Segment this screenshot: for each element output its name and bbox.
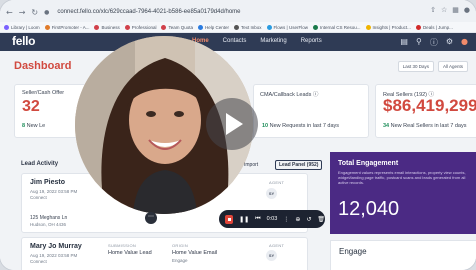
star-icon[interactable]: ☆ <box>441 6 447 14</box>
bookmarks-bar: Library | Loom FirstPromoter - A... Busi… <box>0 22 476 33</box>
engage-section[interactable]: Engage <box>330 240 476 270</box>
bookmark-item[interactable]: Business <box>94 24 120 30</box>
lead-status: Connect <box>30 195 47 200</box>
bookmark-item[interactable]: FirstPromoter - A... <box>44 24 89 30</box>
help-icon[interactable]: ⓘ <box>430 37 438 48</box>
wallet-icon[interactable]: ▤ <box>400 37 408 48</box>
card-value: $86,419,299 <box>383 96 476 115</box>
bookmark-item[interactable]: Help Center <box>198 24 229 30</box>
submission-header: SUBMISSION <box>108 243 137 248</box>
bookmark-item[interactable]: Library | Loom <box>4 24 40 30</box>
lead-row[interactable]: Mary Jo Murray Aug 19, 2022 03:58 PM Con… <box>21 237 308 270</box>
bookmark-item[interactable]: Flows | UserFlow <box>266 24 308 30</box>
screen-frame: ← → ↻ ● connect.fello.co/xlc/629ccaad-79… <box>0 0 476 270</box>
rewind-icon[interactable]: ⏮ <box>255 215 260 223</box>
main-nav: Home Contacts Marketing Reports <box>192 38 322 44</box>
card-note: 34 New Real Sellers in last 7 days <box>383 123 467 129</box>
stop-recording-button[interactable] <box>225 214 234 224</box>
agent-header: AGENT <box>269 180 285 185</box>
address-bar[interactable]: connect.fello.co/xlc/629ccaad-7964-4021-… <box>57 9 240 15</box>
forward-icon[interactable]: → <box>19 8 26 17</box>
lead-activity-title: Lead Activity <box>21 161 59 167</box>
real-sellers-card[interactable]: Real Sellers (192) ⓘ $86,419,299 34 New … <box>375 84 476 138</box>
agent-select[interactable]: All Agents <box>437 61 468 72</box>
browser-toolbar: ← → ↻ ● connect.fello.co/xlc/629ccaad-79… <box>0 0 476 23</box>
total-engagement-card[interactable]: Total Engagement Engagement values repre… <box>330 152 476 234</box>
settings-icon[interactable]: ⚙ <box>446 37 453 48</box>
import-tab[interactable]: Import <box>244 162 258 168</box>
agent-avatar[interactable]: SY <box>266 188 277 199</box>
lead-status: Connect <box>30 259 47 264</box>
engagement-description: Engagement values represents email inter… <box>338 170 466 185</box>
bookmark-item[interactable]: Deals | Jump... <box>415 24 453 30</box>
lead-city: Hudson, OH 4436 <box>30 222 67 227</box>
bookmark-item[interactable]: Team Quota <box>161 24 193 30</box>
lead-date: Aug 19, 2022 03:58 PM <box>30 253 78 258</box>
nav-contacts[interactable]: Contacts <box>223 38 247 44</box>
page-title: Dashboard <box>14 60 72 72</box>
lead-panel-tab[interactable]: Lead Panel (952) <box>275 160 323 170</box>
lock-icon: ● <box>44 8 50 16</box>
recording-controls: ❚❚ ⏮ 0:03 ⋮ ⊕ ↺ 🗑 <box>219 210 325 228</box>
back-icon[interactable]: ← <box>6 8 13 17</box>
lead-address: 125 Meghans Ln <box>30 215 68 221</box>
share-icon[interactable]: ⇧ <box>430 6 436 14</box>
date-range-select[interactable]: Last 30 Days <box>397 61 434 72</box>
card-note: 8 New Le <box>22 123 46 129</box>
play-icon <box>226 113 243 135</box>
origin-header: ORIGIN <box>172 243 189 248</box>
avatar[interactable]: ● <box>461 37 468 48</box>
extensions-icon[interactable]: ▦ <box>452 6 459 14</box>
agent-avatar[interactable]: SY <box>266 250 277 261</box>
card-label: CMA/Callback Leads ⓘ <box>260 92 319 98</box>
card-value: 32 <box>22 98 40 115</box>
lead-name[interactable]: Mary Jo Murray <box>30 243 82 250</box>
pause-icon[interactable]: ❚❚ <box>239 216 249 223</box>
nav-reports[interactable]: Reports <box>301 38 322 44</box>
engagement-value: 12,040 <box>338 198 400 220</box>
nav-marketing[interactable]: Marketing <box>260 38 286 44</box>
lead-date: Aug 19, 2022 03:58 PM <box>30 189 78 194</box>
agent-header: AGENT <box>269 243 285 248</box>
search-icon[interactable]: ⚲ <box>416 37 422 48</box>
drag-handle-icon[interactable]: ⋮ <box>283 216 289 223</box>
submission-value: Home Value Lead <box>108 250 152 256</box>
profile-icon[interactable]: ● <box>464 6 470 14</box>
origin-value: Home Value Email <box>172 250 218 256</box>
bookmark-item[interactable]: Professional <box>124 24 156 30</box>
trash-icon[interactable]: 🗑 <box>317 216 325 223</box>
restart-icon[interactable]: ↺ <box>306 216 311 223</box>
app-header: fello Home Contacts Marketing Reports ▤ … <box>0 33 476 51</box>
card-label: Seller/Cash Offer <box>22 90 65 96</box>
fello-logo[interactable]: fello <box>12 34 35 48</box>
play-button[interactable] <box>206 98 258 150</box>
more-options-icon[interactable]: ⋯ <box>145 212 157 224</box>
bookmark-item[interactable]: Insights | Product... <box>365 24 411 30</box>
engage-title: Engage <box>339 247 367 256</box>
lead-name[interactable]: Jim Piesto <box>30 179 65 186</box>
bookmark-item[interactable]: Text Inbox <box>234 24 262 30</box>
recording-timer: 0:03 <box>266 216 278 222</box>
origin-sub: Engage <box>172 258 188 263</box>
card-note: 10 New Requests in last 7 days <box>262 123 340 129</box>
bookmark-item[interactable]: Internal CS Resou... <box>312 24 361 30</box>
cma-card[interactable]: CMA/Callback Leads ⓘ 10 New Requests in … <box>253 84 369 138</box>
engagement-title: Total Engagement <box>338 160 399 167</box>
crosshair-icon[interactable]: ⊕ <box>295 216 300 223</box>
reload-icon[interactable]: ↻ <box>31 8 38 17</box>
